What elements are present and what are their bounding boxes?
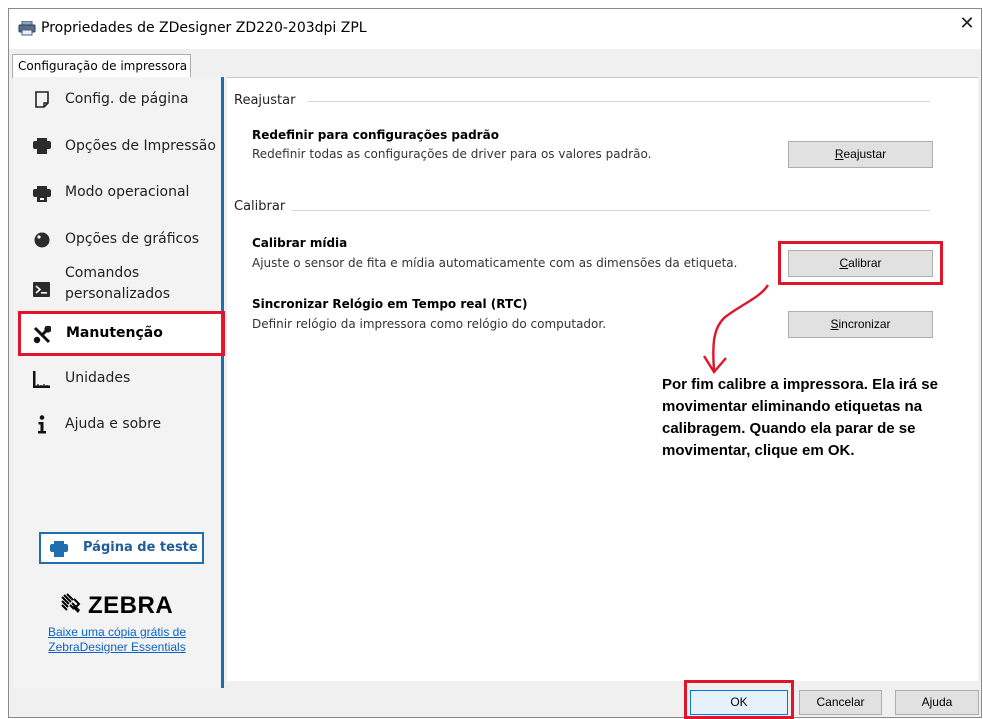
sidebar-item-label: Config. de página	[65, 91, 189, 107]
test-page-button-label: Página de teste	[83, 540, 198, 555]
calibrate-section-heading: Calibrar	[234, 199, 286, 214]
zebra-head-icon	[61, 593, 81, 613]
highlight-box-ok	[684, 680, 794, 719]
printer-icon	[33, 138, 51, 154]
reset-button-label: eajustar	[843, 147, 887, 161]
rtc-sync-description: Definir relógio da impressora como relóg…	[252, 317, 607, 331]
tab-printer-configuration[interactable]: Configuração de impressora	[12, 54, 191, 78]
test-page-button[interactable]: Página de teste	[39, 532, 204, 564]
download-link-line1: Baixe uma cópia grátis de	[47, 625, 187, 639]
reset-defaults-title: Redefinir para configurações padrão	[252, 128, 499, 142]
calibrate-section-divider	[292, 210, 930, 211]
sidebar-item-units[interactable]: Unidades	[20, 364, 220, 392]
terminal-icon	[33, 282, 50, 297]
ruler-icon	[33, 371, 50, 388]
sidebar-item-graphics-options[interactable]: Opções de gráficos	[20, 226, 220, 254]
reset-section-heading: Reajustar	[234, 93, 296, 108]
annotation-arrow	[702, 284, 770, 375]
cancel-button[interactable]: Cancelar	[799, 690, 882, 715]
reset-defaults-description: Redefinir todas as configurações de driv…	[252, 147, 652, 161]
reset-button[interactable]: Reajustar	[788, 141, 933, 168]
highlight-box-maintenance	[18, 311, 225, 356]
sidebar-item-label: Opções de gráficos	[65, 231, 200, 247]
info-icon	[38, 415, 46, 434]
sidebar-item-label: Opções de Impressão	[65, 138, 216, 154]
sidebar-item-help-about[interactable]: Ajuda e sobre	[20, 410, 220, 438]
window-title: Propriedades de ZDesigner ZD220-203dpi Z…	[41, 20, 367, 36]
sidebar-item-label: Modo operacional	[65, 184, 190, 200]
rtc-sync-title: Sincronizar Relógio em Tempo real (RTC)	[252, 297, 528, 311]
page-icon	[35, 91, 49, 108]
sync-button[interactable]: Sincronizar	[788, 311, 933, 338]
sidebar-item-label: Unidades	[65, 370, 131, 386]
download-link-line2: ZebraDesigner Essentials	[48, 640, 186, 654]
sidebar-item-print-options[interactable]: Opções de Impressão	[20, 132, 220, 160]
printer-icon	[18, 21, 36, 36]
printer-icon	[50, 541, 68, 557]
sidebar-item-label: Ajuda e sobre	[65, 416, 162, 432]
sidebar-item-operating-mode[interactable]: Modo operacional	[20, 178, 220, 206]
printer-mode-icon	[33, 186, 51, 202]
zebra-logo-text: ZEBRA	[88, 592, 174, 619]
download-essentials-link[interactable]: Baixe uma cópia grátis de ZebraDesigner …	[27, 625, 207, 655]
sidebar-item-page-setup[interactable]: Config. de página	[20, 86, 220, 114]
sidebar-item-label: Comandos	[65, 265, 140, 281]
graphics-icon	[34, 232, 50, 248]
sidebar-item-label: personalizados	[65, 286, 171, 302]
calibrate-media-title: Calibrar mídia	[252, 236, 348, 250]
annotation-note: Por fim calibre a impressora. Ela irá se…	[662, 376, 938, 459]
reset-section-divider	[308, 101, 930, 102]
calibrate-media-description: Ajuste o sensor de fita e mídia automati…	[252, 256, 738, 270]
sync-button-label: incronizar	[838, 317, 891, 331]
zebra-logo: ZEBRA	[60, 590, 190, 620]
close-icon[interactable]: ✕	[957, 14, 977, 34]
sidebar-item-custom-commands[interactable]: Comandos personalizados	[20, 262, 220, 306]
help-button[interactable]: Ajuda	[895, 690, 979, 715]
highlight-box-calibrate	[778, 241, 943, 285]
